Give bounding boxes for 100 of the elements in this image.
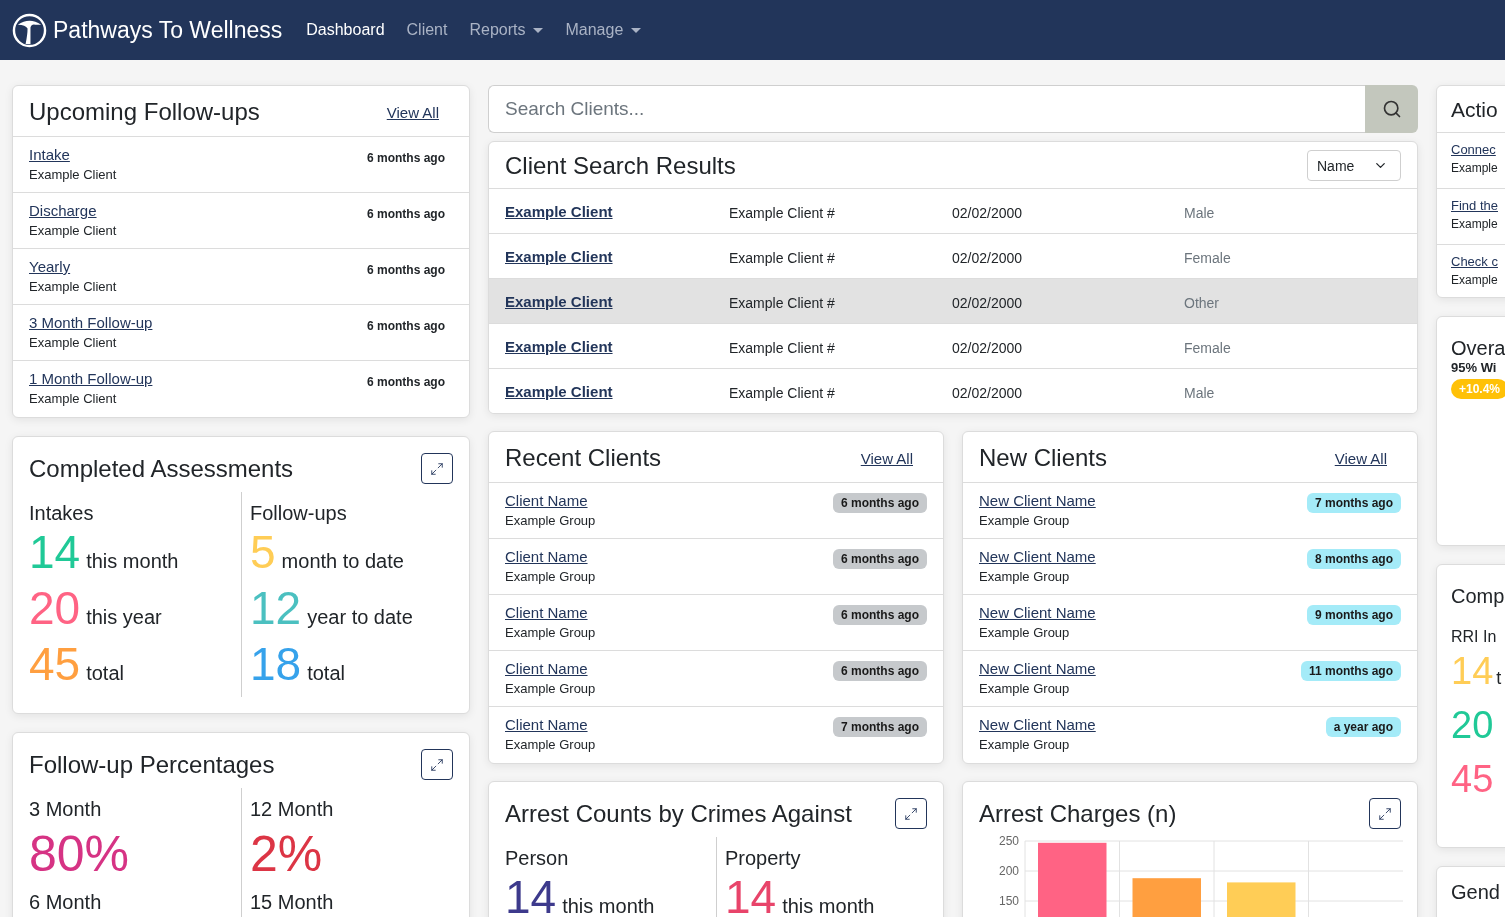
card-title: Gend bbox=[1451, 881, 1501, 904]
period-label: 3 Month bbox=[29, 798, 103, 821]
table-cell-text: Female bbox=[1184, 250, 1232, 266]
column-heading: Person bbox=[505, 847, 570, 870]
search-field[interactable]: Search Clients... bbox=[488, 85, 1365, 133]
client-link[interactable]: Example Client bbox=[505, 202, 729, 220]
expand-button[interactable] bbox=[1369, 798, 1401, 829]
view-all-link[interactable]: View All bbox=[386, 103, 439, 121]
time-badge: 6 months ago bbox=[833, 661, 927, 681]
table-cell-text: 02/02/2000 bbox=[952, 295, 1024, 311]
stat-number: 14 bbox=[725, 874, 777, 917]
item-subtitle: Example Group bbox=[979, 681, 1071, 696]
item-link[interactable]: 3 Month Follow-up bbox=[29, 314, 153, 331]
table-cell-text: 02/02/2000 bbox=[952, 340, 1024, 356]
table-row[interactable]: Example Client Example Client # 02/02/2000 Male bbox=[489, 188, 1417, 233]
nav-link[interactable]: Client bbox=[406, 21, 448, 39]
item-subtitle: Example Group bbox=[505, 569, 596, 584]
nav-link[interactable]: Manage bbox=[565, 21, 642, 39]
stat-number: 45 bbox=[29, 641, 81, 687]
brand-name[interactable]: Pathways To Wellness bbox=[53, 16, 283, 44]
card-subtitle: 95% Wi bbox=[1451, 360, 1498, 375]
item-subtitle: Example Group bbox=[979, 737, 1071, 752]
percentage-value: 80% bbox=[29, 829, 131, 879]
column-heading: Property bbox=[725, 847, 802, 870]
expand-button[interactable] bbox=[895, 798, 927, 829]
item-link[interactable]: Intake bbox=[29, 146, 117, 163]
expand-button[interactable] bbox=[421, 453, 453, 484]
search-button[interactable] bbox=[1365, 85, 1418, 133]
time-badge: 9 months ago bbox=[1307, 605, 1401, 625]
view-all-link[interactable]: View All bbox=[1334, 449, 1387, 467]
item-link[interactable]: 1 Month Follow-up bbox=[29, 370, 153, 387]
item-link[interactable]: Discharge bbox=[29, 202, 117, 219]
item-link[interactable]: Connec bbox=[1451, 142, 1498, 157]
item-time: 6 months ago bbox=[367, 207, 445, 221]
stat-number: 14 bbox=[505, 874, 557, 917]
item-subtitle: Example Group bbox=[505, 737, 596, 752]
sort-select[interactable]: Name bbox=[1307, 150, 1401, 181]
stat-number: 20 bbox=[29, 585, 81, 631]
stat-number: 14 bbox=[29, 529, 81, 575]
item-link[interactable]: Client Name bbox=[505, 716, 596, 733]
card-title: Arrest Charges (n) bbox=[979, 799, 1177, 828]
table-cell-text: Example Client # bbox=[729, 205, 836, 221]
item-subtitle: Example Group bbox=[505, 513, 596, 528]
view-all-link[interactable]: View All bbox=[860, 449, 913, 467]
stat-number: 12 bbox=[250, 585, 302, 631]
stat-number: 45 bbox=[1451, 760, 1494, 798]
logo-icon bbox=[12, 12, 47, 48]
table-row[interactable]: Example Client Example Client # 02/02/2000 Male bbox=[489, 368, 1417, 413]
table-row[interactable]: Example Client Example Client # 02/02/2000 Other bbox=[489, 278, 1417, 323]
item-link[interactable]: Client Name bbox=[505, 604, 596, 621]
item-time: 6 months ago bbox=[367, 263, 445, 277]
stat-label: this month bbox=[562, 895, 655, 917]
time-badge: 11 months ago bbox=[1300, 661, 1401, 681]
table-cell-text: Example Client # bbox=[729, 295, 836, 311]
stat-label: this month bbox=[86, 550, 179, 573]
item-subtitle: Example Group bbox=[505, 625, 596, 640]
item-link[interactable]: New Client Name bbox=[979, 716, 1096, 733]
stat-number: 18 bbox=[250, 641, 302, 687]
card-title: Recent Clients bbox=[505, 444, 662, 472]
item-link[interactable]: Check c bbox=[1451, 254, 1498, 269]
card-title: Actio bbox=[1451, 98, 1498, 122]
y-tick-label: 150 bbox=[998, 894, 1019, 908]
nav-link[interactable]: Dashboard bbox=[306, 21, 385, 39]
table-cell-text: Male bbox=[1184, 385, 1216, 401]
time-badge: a year ago bbox=[1325, 717, 1401, 737]
client-link[interactable]: Example Client bbox=[505, 247, 729, 265]
item-link[interactable]: New Client Name bbox=[979, 660, 1096, 677]
item-subtitle: Example Group bbox=[979, 569, 1071, 584]
expand-button[interactable] bbox=[421, 749, 453, 780]
time-badge: 7 months ago bbox=[1307, 493, 1401, 513]
item-link[interactable]: Client Name bbox=[505, 660, 596, 677]
table-cell-text: Example Client # bbox=[729, 385, 836, 401]
item-link[interactable]: Yearly bbox=[29, 258, 117, 275]
period-label: 15 Month bbox=[250, 891, 335, 914]
caret-icon bbox=[533, 27, 544, 33]
item-time: 6 months ago bbox=[367, 151, 445, 165]
client-link[interactable]: Example Client bbox=[505, 337, 729, 355]
item-link[interactable]: New Client Name bbox=[979, 492, 1096, 509]
item-link[interactable]: Find the bbox=[1451, 198, 1498, 213]
bar bbox=[1227, 882, 1296, 917]
card-title: New Clients bbox=[979, 444, 1108, 472]
client-link[interactable]: Example Client bbox=[505, 292, 729, 310]
item-link[interactable]: Client Name bbox=[505, 492, 596, 509]
client-link[interactable]: Example Client bbox=[505, 382, 729, 400]
item-subtitle: Example Client bbox=[29, 391, 118, 406]
item-subtitle: Example Client bbox=[29, 167, 117, 182]
item-link[interactable]: New Client Name bbox=[979, 604, 1096, 621]
item-link[interactable]: Client Name bbox=[505, 548, 596, 565]
expand-icon bbox=[430, 461, 444, 476]
nav-link[interactable]: Reports bbox=[469, 21, 544, 39]
stat-label: total bbox=[86, 662, 124, 685]
table-cell-text: Other bbox=[1184, 295, 1220, 311]
table-row[interactable]: Example Client Example Client # 02/02/2000 Female bbox=[489, 323, 1417, 368]
item-link[interactable]: New Client Name bbox=[979, 548, 1096, 565]
item-subtitle: Example Group bbox=[979, 513, 1071, 528]
stat-label: t bbox=[1496, 668, 1502, 689]
expand-icon bbox=[1378, 806, 1392, 821]
table-row[interactable]: Example Client Example Client # 02/02/2000 Female bbox=[489, 233, 1417, 278]
card-title: Overa bbox=[1451, 337, 1505, 360]
search-icon bbox=[1381, 99, 1402, 119]
